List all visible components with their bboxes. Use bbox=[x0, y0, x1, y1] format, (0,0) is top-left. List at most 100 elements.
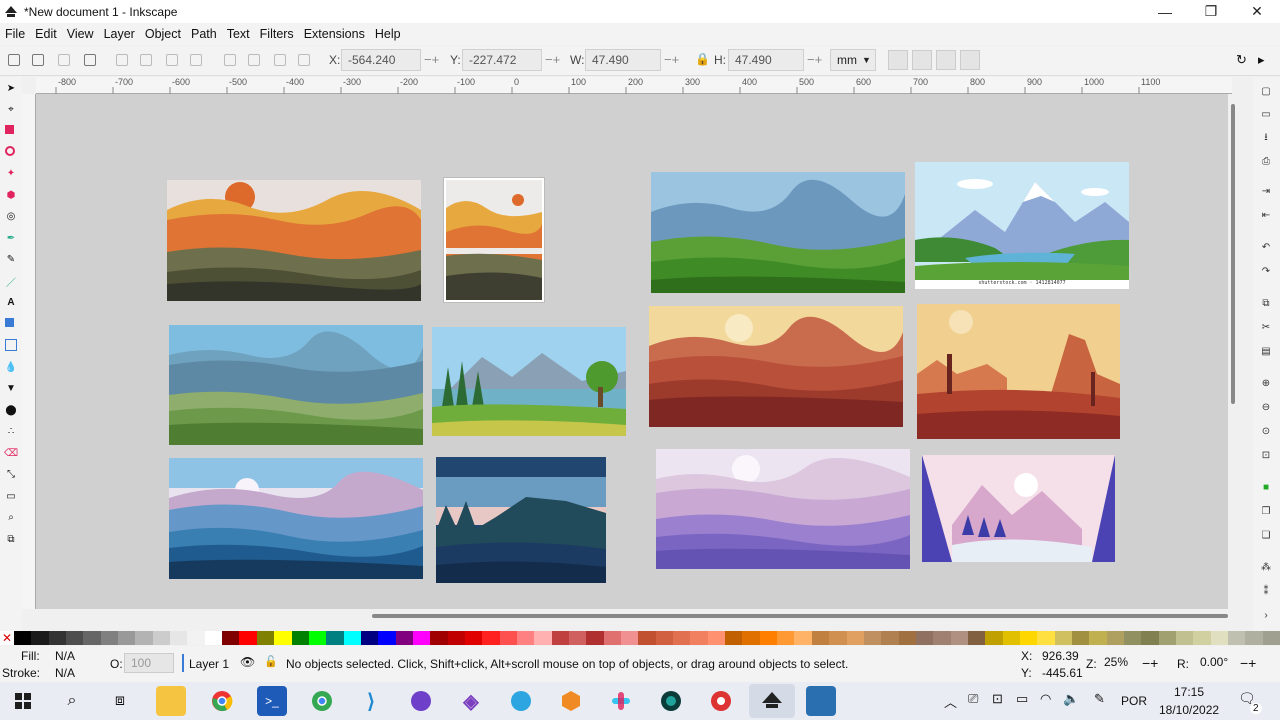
menu-file[interactable]: File bbox=[0, 27, 30, 41]
palette-swatch[interactable] bbox=[152, 631, 171, 645]
palette-swatch[interactable] bbox=[256, 631, 275, 645]
palette-swatch[interactable] bbox=[1019, 631, 1038, 645]
rotate-stepper[interactable]: −+ bbox=[1240, 655, 1256, 671]
lock-icon[interactable]: 🔒 bbox=[695, 52, 710, 66]
layer-lock-icon[interactable]: 🔓 bbox=[264, 655, 278, 668]
unit-select[interactable]: mm ▼ bbox=[830, 49, 876, 71]
stock-forest-lake-image[interactable] bbox=[432, 327, 626, 436]
menu-help[interactable]: Help bbox=[370, 27, 406, 41]
palette-swatch[interactable] bbox=[569, 631, 587, 645]
lower-icon[interactable] bbox=[274, 54, 286, 66]
rotate-ccw-icon[interactable] bbox=[116, 54, 128, 66]
palette-swatch[interactable] bbox=[534, 631, 552, 645]
palette-swatch[interactable] bbox=[187, 631, 205, 645]
landscape-blue-waves-image[interactable] bbox=[169, 458, 423, 579]
palette-swatch[interactable] bbox=[395, 631, 413, 645]
palette-swatch[interactable] bbox=[48, 631, 67, 645]
menu-layer[interactable]: Layer bbox=[99, 27, 140, 41]
move-patterns-icon[interactable] bbox=[960, 50, 980, 70]
poster-orange-mountains-image[interactable] bbox=[444, 178, 544, 302]
spiral-tool-icon[interactable]: ◎ bbox=[5, 210, 17, 222]
search-icon[interactable]: ⌕ bbox=[57, 686, 87, 716]
palette-swatch[interactable] bbox=[222, 631, 240, 645]
move-gradients-icon[interactable] bbox=[936, 50, 956, 70]
snap-toggle-icon[interactable]: ↻ bbox=[1236, 52, 1247, 68]
paint-bucket-tool-icon[interactable]: ▼ bbox=[5, 382, 17, 394]
palette-swatch[interactable] bbox=[83, 631, 101, 645]
redo-icon[interactable]: ↷ bbox=[1260, 265, 1272, 277]
inkscape-taskbar-icon[interactable] bbox=[749, 684, 795, 718]
landscape-orange-mountains-image[interactable] bbox=[167, 180, 421, 301]
chrome-icon[interactable] bbox=[207, 686, 237, 716]
fill-value[interactable]: N/A bbox=[55, 649, 75, 663]
palette-swatch[interactable] bbox=[499, 631, 517, 645]
palette-swatch[interactable] bbox=[14, 631, 32, 645]
page-tool-icon[interactable]: ▭ bbox=[5, 490, 17, 502]
palette-swatch[interactable] bbox=[690, 631, 708, 645]
palette-swatch[interactable] bbox=[1158, 631, 1177, 645]
volume-icon[interactable]: 🔈 bbox=[1063, 691, 1079, 707]
menu-view[interactable]: View bbox=[62, 27, 99, 41]
palette-swatch[interactable] bbox=[655, 631, 674, 645]
palette-swatch[interactable] bbox=[66, 631, 84, 645]
text-tool-icon[interactable]: A bbox=[5, 296, 17, 308]
chrome-profile-icon[interactable] bbox=[307, 686, 337, 716]
dropper-tool-icon[interactable]: 💧 bbox=[5, 361, 17, 373]
file-explorer-icon[interactable] bbox=[156, 686, 186, 716]
select-all-icon[interactable] bbox=[8, 54, 20, 66]
zoom-tool-icon[interactable]: ⌕ bbox=[5, 511, 17, 523]
rectangle-tool-icon[interactable] bbox=[5, 125, 14, 134]
connector-tool-icon[interactable]: ⤡ bbox=[5, 468, 17, 480]
zoom-drawing-icon[interactable]: ⊖ bbox=[1260, 401, 1272, 413]
layer-name[interactable]: Layer 1 bbox=[189, 657, 229, 671]
deselect-icon[interactable] bbox=[58, 54, 70, 66]
menu-object[interactable]: Object bbox=[140, 27, 186, 41]
palette-swatch[interactable] bbox=[482, 631, 500, 645]
select-all-layers-icon[interactable] bbox=[32, 54, 44, 66]
language-indicator[interactable]: POR bbox=[1121, 694, 1147, 708]
powershell-icon[interactable]: >_ bbox=[257, 686, 287, 716]
palette-swatch[interactable] bbox=[967, 631, 986, 645]
palette-swatch[interactable] bbox=[638, 631, 656, 645]
gitkraken-icon[interactable] bbox=[656, 686, 686, 716]
palette-swatch[interactable] bbox=[291, 631, 309, 645]
new-document-icon[interactable]: ▢ bbox=[1260, 85, 1272, 97]
lower-to-bottom-icon[interactable] bbox=[298, 54, 310, 66]
palette-swatch[interactable] bbox=[204, 631, 223, 645]
cut-icon[interactable]: ✂ bbox=[1260, 321, 1272, 333]
landscape-teal-hills-image[interactable] bbox=[169, 325, 423, 445]
ungroup-icon[interactable]: ⁑ bbox=[1260, 585, 1272, 597]
zoom-page-icon[interactable]: ⊙ bbox=[1260, 425, 1272, 437]
zoom-selection-icon[interactable]: ⊕ bbox=[1260, 377, 1272, 389]
pen-tool-icon[interactable]: ✒ bbox=[5, 232, 17, 244]
clock-date[interactable]: 18/10/2022 bbox=[1159, 703, 1219, 717]
palette-swatch[interactable] bbox=[308, 631, 327, 645]
palette-swatch[interactable] bbox=[742, 631, 760, 645]
tray-overflow-icon[interactable]: ︿ bbox=[944, 692, 957, 711]
scale-stroke-icon[interactable] bbox=[888, 50, 908, 70]
import-icon[interactable]: ⇥ bbox=[1260, 185, 1272, 197]
paste-icon[interactable]: ▤ bbox=[1260, 345, 1272, 357]
start-menu-icon[interactable] bbox=[8, 686, 38, 716]
visual-studio-icon[interactable]: ◈ bbox=[456, 686, 486, 716]
pen-workspace-icon[interactable]: ✎ bbox=[1094, 691, 1105, 707]
palette-swatch[interactable] bbox=[1106, 631, 1124, 645]
group-icon[interactable]: ⁂ bbox=[1260, 561, 1272, 573]
x-stepper[interactable]: −+ bbox=[424, 52, 439, 67]
scale-corners-icon[interactable] bbox=[912, 50, 932, 70]
rotate-input[interactable]: 0.00° bbox=[1192, 653, 1238, 673]
palette-swatch[interactable] bbox=[31, 631, 49, 645]
palette-swatch[interactable] bbox=[170, 631, 188, 645]
telegram-icon[interactable] bbox=[506, 686, 536, 716]
unlink-clone-icon[interactable]: ❏ bbox=[1260, 529, 1272, 541]
menu-path[interactable]: Path bbox=[186, 27, 222, 41]
tray-meet-icon[interactable]: ⎚ bbox=[968, 691, 978, 707]
palette-swatch[interactable] bbox=[378, 631, 396, 645]
flip-vertical-icon[interactable] bbox=[190, 54, 202, 66]
palette-swatch[interactable] bbox=[447, 631, 465, 645]
palette-swatch[interactable] bbox=[360, 631, 379, 645]
palette-swatch[interactable] bbox=[985, 631, 1003, 645]
palette-swatch[interactable] bbox=[621, 631, 639, 645]
menu-edit[interactable]: Edit bbox=[30, 27, 62, 41]
horizontal-scroll-thumb[interactable] bbox=[372, 614, 1228, 618]
